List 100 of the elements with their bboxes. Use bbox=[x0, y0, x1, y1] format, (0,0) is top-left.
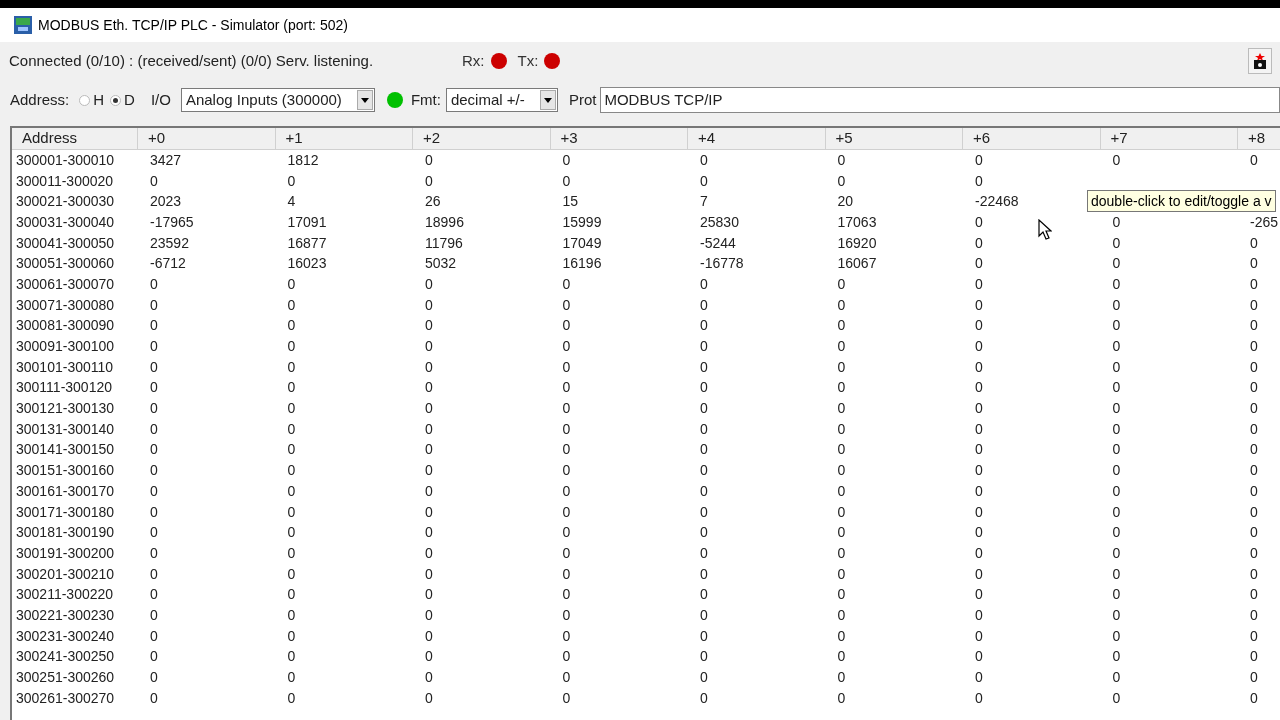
table-cell-text: 0 bbox=[150, 668, 158, 688]
table-cell-text: 0 bbox=[700, 399, 708, 419]
table-cell-text: 0 bbox=[150, 523, 158, 543]
table-cell-text: 0 bbox=[837, 461, 846, 481]
table-cell-text: 300261-300270 bbox=[16, 688, 115, 708]
indicator-label: Tx: bbox=[517, 50, 539, 71]
table-cell-text: 0 bbox=[1112, 274, 1121, 294]
table-cell-text: 0 bbox=[700, 274, 708, 294]
column-header[interactable]: +3 bbox=[550, 128, 688, 150]
table-cell-text: 3427 bbox=[150, 150, 182, 170]
table-cell-text: 0 bbox=[562, 481, 571, 501]
table-cell-text: 0 bbox=[700, 605, 708, 625]
table-cell-text: 0 bbox=[287, 481, 296, 501]
table-cell-text: 300161-300170 bbox=[16, 481, 115, 501]
table-cell-text: 0 bbox=[837, 523, 846, 543]
table-cell-text: 15999 bbox=[562, 212, 602, 232]
table-cell-text: 0 bbox=[1250, 440, 1258, 460]
table-cell-text: 0 bbox=[150, 585, 158, 605]
table-cell-text: 0 bbox=[975, 626, 983, 646]
table-cell-text: 300001-300010 bbox=[16, 150, 115, 170]
table-cell-text: 0 bbox=[562, 316, 571, 336]
tooltip: double-click to edit/toggle a v bbox=[1087, 190, 1276, 212]
table-cell-text: 0 bbox=[287, 399, 296, 419]
table-cell-text: 0 bbox=[425, 378, 433, 398]
table-cell-text: 0 bbox=[425, 419, 433, 439]
table-cell-text: 0 bbox=[425, 399, 433, 419]
table-cell-text: 0 bbox=[150, 357, 158, 377]
table-cell-text: 0 bbox=[562, 647, 571, 667]
table-cell-text: 0 bbox=[562, 171, 571, 191]
table-cell-text: 0 bbox=[700, 585, 708, 605]
table-cell-text: 0 bbox=[150, 688, 158, 708]
table-cell-text: 0 bbox=[837, 564, 846, 584]
address-radio[interactable]: H bbox=[79, 88, 105, 112]
table-cell-text: 0 bbox=[150, 399, 158, 419]
table-cell-text: 300211-300220 bbox=[16, 585, 114, 605]
table-cell-text: 0 bbox=[1250, 274, 1258, 294]
table-cell-text: 0 bbox=[1250, 233, 1258, 253]
table-cell-text: 0 bbox=[150, 481, 158, 501]
table-cell-text: 0 bbox=[975, 254, 983, 274]
table-cell-text: 16877 bbox=[287, 233, 327, 253]
table-cell-text: 0 bbox=[1112, 440, 1121, 460]
table-cell-text: 0 bbox=[975, 295, 983, 315]
table-cell-text: 0 bbox=[150, 316, 158, 336]
table-cell-text: 0 bbox=[562, 523, 571, 543]
table-cell-text: 0 bbox=[287, 647, 296, 667]
table-cell-text: 0 bbox=[425, 481, 433, 501]
table-cell-text: 0 bbox=[425, 295, 433, 315]
table-cell-text: 300251-300260 bbox=[16, 668, 115, 688]
format-dropdown[interactable]: decimal +/- bbox=[445, 88, 558, 112]
table-cell-text: 0 bbox=[700, 316, 708, 336]
column-header[interactable]: Address bbox=[12, 128, 138, 150]
address-radio[interactable]: D bbox=[110, 88, 135, 112]
table-cell-text: 0 bbox=[150, 543, 158, 563]
table-cell-text: 0 bbox=[1112, 233, 1121, 253]
table-cell-text: 300191-300200 bbox=[16, 543, 115, 563]
table-cell-text: 0 bbox=[1250, 523, 1258, 543]
column-header[interactable]: +8 bbox=[1238, 128, 1280, 150]
table-cell-text: 0 bbox=[700, 440, 708, 460]
io-type-dropdown[interactable]: Analog Inputs (300000) bbox=[180, 88, 375, 112]
table-cell-text: 0 bbox=[1250, 481, 1258, 501]
column-header[interactable]: +7 bbox=[1100, 128, 1238, 150]
column-header[interactable]: +2 bbox=[413, 128, 551, 150]
table-cell-text: 0 bbox=[1112, 399, 1121, 419]
table-cell-text: 0 bbox=[425, 337, 433, 357]
table-cell-text: 0 bbox=[287, 564, 296, 584]
table-cell-text: 0 bbox=[700, 419, 708, 439]
table-cell-text: 0 bbox=[1250, 150, 1258, 170]
table-cell-text: 0 bbox=[1250, 502, 1258, 522]
column-header[interactable]: +5 bbox=[825, 128, 963, 150]
protocol-field[interactable]: MODBUS TCP/IP bbox=[600, 87, 1280, 113]
column-header[interactable]: +1 bbox=[275, 128, 413, 150]
address-label: Address: bbox=[10, 89, 70, 110]
table-cell-text: 0 bbox=[1112, 502, 1121, 522]
table-cell-text: 300101-300110 bbox=[16, 357, 114, 377]
table-cell-text: 0 bbox=[837, 585, 846, 605]
table-cell-text: -6712 bbox=[150, 254, 186, 274]
table-cell-text: 0 bbox=[425, 316, 433, 336]
save-button[interactable] bbox=[1248, 48, 1272, 74]
table-cell-text: 0 bbox=[837, 274, 846, 294]
table-cell-text: 0 bbox=[425, 585, 433, 605]
table-cell-text: 0 bbox=[975, 378, 983, 398]
table-cell-text: 0 bbox=[1112, 316, 1121, 336]
table-cell-text: 0 bbox=[1250, 399, 1258, 419]
table-cell-text: 300241-300250 bbox=[16, 647, 115, 667]
mouse-pointer-icon bbox=[1038, 219, 1052, 241]
column-header[interactable]: +0 bbox=[138, 128, 276, 150]
table-cell-text: 2023 bbox=[150, 192, 182, 212]
column-header[interactable]: +6 bbox=[963, 128, 1101, 150]
table-cell-text: 0 bbox=[837, 626, 846, 646]
table-cell-text: 0 bbox=[150, 440, 158, 460]
table-cell-text: 0 bbox=[700, 337, 708, 357]
table-cell-text: 0 bbox=[700, 378, 708, 398]
table-cell-text: 0 bbox=[1250, 647, 1258, 667]
table-cell-text: 0 bbox=[700, 171, 708, 191]
table-cell-text: 300151-300160 bbox=[16, 461, 115, 481]
table-cell-text: 0 bbox=[1112, 212, 1121, 232]
column-header[interactable]: +4 bbox=[688, 128, 826, 150]
table-cell-text: 0 bbox=[562, 150, 571, 170]
table-cell-text: 0 bbox=[1250, 337, 1258, 357]
table-cell-text: 0 bbox=[1112, 337, 1121, 357]
